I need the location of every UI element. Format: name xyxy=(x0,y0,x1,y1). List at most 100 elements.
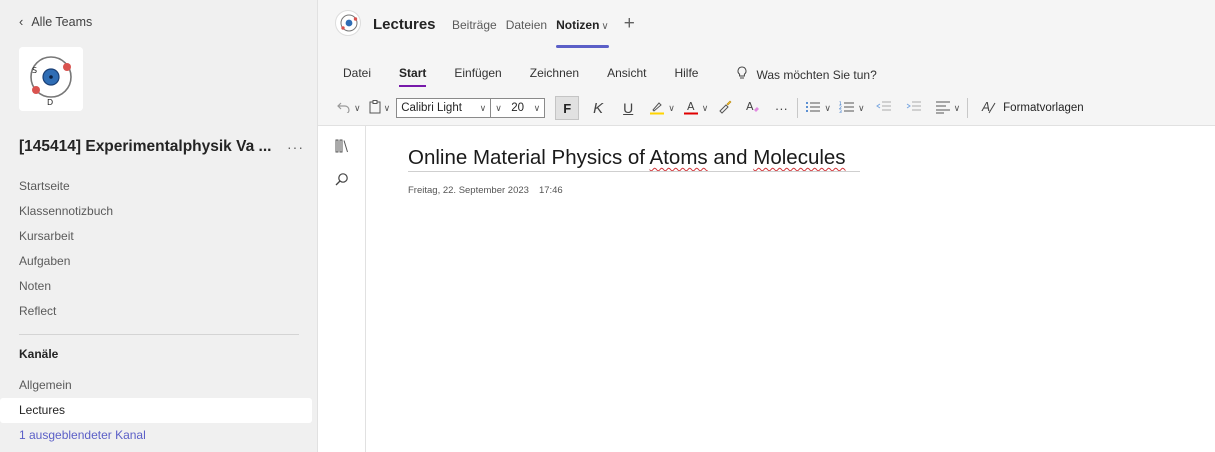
page-title-part: and xyxy=(707,146,754,169)
notebook-rail xyxy=(318,126,366,452)
svg-text:3: 3 xyxy=(839,109,842,114)
nav-item-klassennotizbuch[interactable]: Klassennotizbuch xyxy=(0,199,312,224)
channel-list: Allgemein Lectures 1 ausgeblendeter Kana… xyxy=(0,373,312,448)
clear-format-icon: A xyxy=(745,99,761,118)
tell-me-search[interactable]: Was möchten Sie tun? xyxy=(736,66,877,83)
add-tab-button[interactable]: + xyxy=(624,0,635,48)
svg-text:A: A xyxy=(746,100,754,113)
menu-tab-zeichnen[interactable]: Zeichnen xyxy=(530,66,579,83)
note-page[interactable]: Online Material Physics of Atoms and Mol… xyxy=(366,126,1215,452)
svg-text:A: A xyxy=(687,100,695,113)
bullets-button[interactable]: ∨ xyxy=(805,97,831,119)
page-timestamp: Freitag, 22. September 2023 17:46 xyxy=(408,185,563,196)
logo-letter-s: S xyxy=(32,66,37,75)
nav-item-kursarbeit[interactable]: Kursarbeit xyxy=(0,224,312,249)
undo-button[interactable]: ∨ xyxy=(337,97,361,119)
font-size-select[interactable]: ∨ 20 ∨ xyxy=(491,98,546,118)
channel-title: Lectures xyxy=(373,16,436,33)
title-rule xyxy=(408,171,860,172)
align-button[interactable]: ∨ xyxy=(935,97,961,119)
chevron-down-icon: ∨ xyxy=(479,102,487,113)
toolbar-separator xyxy=(797,98,799,118)
indent-icon xyxy=(906,100,922,117)
undo-icon xyxy=(337,100,351,116)
tab-dateien[interactable]: Dateien xyxy=(506,0,547,48)
format-painter-button[interactable] xyxy=(716,97,734,119)
chevron-down-icon: ∨ xyxy=(668,102,675,113)
team-logo: S D xyxy=(19,47,83,111)
channel-item-lectures[interactable]: Lectures xyxy=(0,398,312,423)
italic-button[interactable]: K xyxy=(589,97,607,119)
ribbon-menu-tabs: Datei Start Einfügen Zeichnen Ansicht Hi… xyxy=(343,66,877,87)
decrease-indent-button[interactable] xyxy=(875,97,893,119)
channel-item-allgemein[interactable]: Allgemein xyxy=(0,373,312,398)
nav-item-reflect[interactable]: Reflect xyxy=(0,299,312,324)
menu-tab-hilfe[interactable]: Hilfe xyxy=(674,66,698,83)
chevron-down-icon: ∨ xyxy=(354,102,361,113)
tab-dateien-label: Dateien xyxy=(505,18,548,32)
team-nav-list: Startseite Klassennotizbuch Kursarbeit A… xyxy=(0,174,312,324)
underline-button[interactable]: U xyxy=(619,97,637,119)
font-color-button[interactable]: A ∨ xyxy=(683,97,709,119)
chevron-down-icon: ∨ xyxy=(533,102,541,113)
clipboard-icon xyxy=(369,99,381,117)
search-icon xyxy=(334,172,350,193)
onenote-ribbon: Datei Start Einfügen Zeichnen Ansicht Hi… xyxy=(318,48,1215,126)
tab-notizen-label: Notizen xyxy=(556,18,600,32)
page-time: 17:46 xyxy=(538,185,563,196)
library-icon xyxy=(334,138,350,159)
font-name-value: Calibri Light xyxy=(401,102,462,114)
lightbulb-icon xyxy=(736,66,748,83)
paintbrush-icon xyxy=(717,99,733,118)
paste-button[interactable]: ∨ xyxy=(369,97,391,119)
team-name-row: [145414] Experimentalphysik Va ... ··· xyxy=(19,138,304,156)
numbering-button[interactable]: 123 ∨ xyxy=(839,97,865,119)
chevron-down-icon: ∨ xyxy=(824,102,831,113)
highlighter-icon xyxy=(649,99,665,118)
nav-item-noten[interactable]: Noten xyxy=(0,274,312,299)
chevron-down-icon: ∨ xyxy=(953,102,961,113)
back-label: Alle Teams xyxy=(31,14,93,29)
styles-label: Formatvorlagen xyxy=(1003,102,1084,114)
bold-button[interactable]: F xyxy=(555,96,580,120)
logo-letter-d: D xyxy=(47,98,53,107)
tab-notizen[interactable]: Notizen ∨ xyxy=(556,0,609,48)
team-name[interactable]: [145414] Experimentalphysik Va ... xyxy=(19,138,271,156)
menu-tab-start[interactable]: Start xyxy=(399,66,427,87)
nav-item-aufgaben[interactable]: Aufgaben xyxy=(0,249,312,274)
chevron-down-icon: ∨ xyxy=(383,102,391,113)
chevron-left-icon: ‹ xyxy=(19,14,24,29)
more-formatting-button[interactable]: ··· xyxy=(772,97,790,119)
styles-button[interactable]: A Formatvorlagen xyxy=(981,99,1084,118)
back-to-all-teams-link[interactable]: ‹ Alle Teams xyxy=(19,14,92,29)
font-color-icon: A xyxy=(683,99,699,118)
styles-icon: A xyxy=(981,99,997,118)
clear-formatting-button[interactable]: A xyxy=(744,97,762,119)
font-name-select[interactable]: Calibri Light ∨ xyxy=(396,98,492,118)
page-title[interactable]: Online Material Physics of Atoms and Mol… xyxy=(408,146,846,170)
chevron-down-icon: ∨ xyxy=(495,102,502,113)
page-title-part: Atoms xyxy=(649,146,708,169)
hidden-channels-link[interactable]: 1 ausgeblendeter Kanal xyxy=(0,423,312,448)
team-sidebar: ‹ Alle Teams S D [145414] Experimentalph… xyxy=(0,0,318,452)
channel-tabs: Beiträge Dateien Notizen ∨ + xyxy=(452,0,635,48)
nav-item-startseite[interactable]: Startseite xyxy=(0,174,312,199)
tab-beitraege[interactable]: Beiträge xyxy=(452,0,497,48)
highlight-button[interactable]: ∨ xyxy=(649,97,675,119)
menu-tab-einfuegen[interactable]: Einfügen xyxy=(454,66,501,83)
numbered-list-icon: 123 xyxy=(839,100,855,117)
outdent-icon xyxy=(875,100,892,117)
menu-tab-datei[interactable]: Datei xyxy=(343,66,371,83)
channel-logo xyxy=(335,10,361,36)
page-date: Freitag, 22. September 2023 xyxy=(408,185,529,196)
align-left-icon xyxy=(935,100,951,117)
increase-indent-button[interactable] xyxy=(905,97,923,119)
menu-tab-ansicht[interactable]: Ansicht xyxy=(607,66,646,83)
tab-beitraege-label: Beiträge xyxy=(452,18,497,32)
search-button[interactable] xyxy=(332,172,352,192)
chevron-down-icon: ∨ xyxy=(857,102,865,113)
more-options-icon[interactable]: ··· xyxy=(287,139,304,155)
page-title-part: Online Material Physics of xyxy=(408,146,650,169)
chevron-down-icon: ∨ xyxy=(701,102,709,113)
notebooks-button[interactable] xyxy=(332,138,352,158)
